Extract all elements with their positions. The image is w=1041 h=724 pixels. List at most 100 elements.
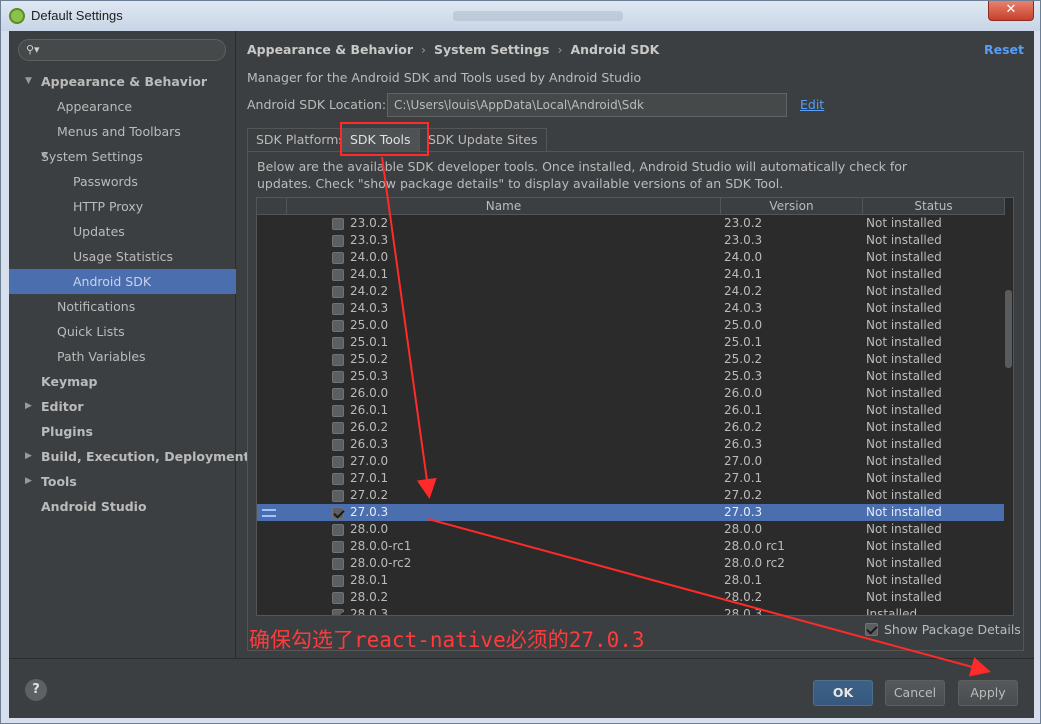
sidebar-item[interactable]: Usage Statistics bbox=[9, 244, 236, 269]
table-row[interactable]: 27.0.1 27.0.1 Not installed bbox=[257, 470, 1005, 487]
row-checkbox[interactable] bbox=[332, 235, 344, 247]
tab-sdk-platforms[interactable]: SDK Platforms bbox=[247, 128, 354, 151]
help-button[interactable]: ? bbox=[25, 679, 47, 701]
table-row[interactable]: 24.0.2 24.0.2 Not installed bbox=[257, 283, 1005, 300]
row-checkbox[interactable] bbox=[332, 507, 344, 519]
table-row[interactable]: 26.0.1 26.0.1 Not installed bbox=[257, 402, 1005, 419]
row-checkbox[interactable] bbox=[332, 320, 344, 332]
row-checkbox[interactable] bbox=[332, 456, 344, 468]
sidebar-item-label: Quick Lists bbox=[57, 324, 125, 339]
table-row[interactable]: 28.0.3 28.0.3 Installed bbox=[257, 606, 1005, 615]
show-package-details-checkbox[interactable]: Show Package Details bbox=[865, 622, 1021, 637]
tool-status-cell: Not installed bbox=[866, 556, 942, 570]
column-header-status[interactable]: Status bbox=[863, 198, 1005, 215]
column-header-name[interactable]: Name bbox=[287, 198, 721, 215]
table-row[interactable]: 24.0.1 24.0.1 Not installed bbox=[257, 266, 1005, 283]
table-row[interactable]: 25.0.3 25.0.3 Not installed bbox=[257, 368, 1005, 385]
ok-button[interactable]: OK bbox=[813, 680, 873, 706]
table-row[interactable]: 28.0.0-rc1 28.0.0 rc1 Not installed bbox=[257, 538, 1005, 555]
table-row[interactable]: 23.0.2 23.0.2 Not installed bbox=[257, 215, 1005, 232]
breadcrumb-item: Appearance & Behavior bbox=[247, 42, 413, 57]
settings-search-input[interactable]: ⚲▾ bbox=[18, 39, 226, 61]
sidebar-item[interactable]: Notifications bbox=[9, 294, 236, 319]
sidebar-item[interactable]: HTTP Proxy bbox=[9, 194, 236, 219]
row-checkbox[interactable] bbox=[332, 354, 344, 366]
table-row[interactable]: 23.0.3 23.0.3 Not installed bbox=[257, 232, 1005, 249]
sidebar-item[interactable]: Android Studio bbox=[9, 494, 236, 519]
row-checkbox[interactable] bbox=[332, 371, 344, 383]
expand-arrow-down-icon[interactable]: ▼ bbox=[25, 69, 32, 94]
table-row[interactable]: 27.0.0 27.0.0 Not installed bbox=[257, 453, 1005, 470]
sdk-location-label: Android SDK Location: bbox=[247, 97, 387, 112]
tool-status-cell: Not installed bbox=[866, 420, 942, 434]
apply-button[interactable]: Apply bbox=[958, 680, 1018, 706]
row-checkbox[interactable] bbox=[332, 286, 344, 298]
table-row[interactable]: 27.0.2 27.0.2 Not installed bbox=[257, 487, 1005, 504]
row-checkbox[interactable] bbox=[332, 558, 344, 570]
row-checkbox[interactable] bbox=[332, 269, 344, 281]
tool-status-cell: Not installed bbox=[866, 488, 942, 502]
expand-arrow-right-icon[interactable]: ▶ bbox=[25, 444, 32, 469]
table-row[interactable]: 28.0.0-rc2 28.0.0 rc2 Not installed bbox=[257, 555, 1005, 572]
scrollbar-thumb[interactable] bbox=[1005, 290, 1012, 368]
table-row[interactable]: 28.0.1 28.0.1 Not installed bbox=[257, 572, 1005, 589]
table-scrollbar[interactable] bbox=[1004, 215, 1013, 615]
expand-arrow-right-icon[interactable]: ▶ bbox=[25, 394, 32, 419]
row-checkbox[interactable] bbox=[332, 218, 344, 230]
reset-link[interactable]: Reset bbox=[984, 42, 1024, 57]
tool-name-cell: 24.0.2 bbox=[350, 284, 389, 298]
tool-version-cell: 26.0.0 bbox=[724, 386, 763, 400]
row-checkbox[interactable] bbox=[332, 592, 344, 604]
row-checkbox[interactable] bbox=[332, 422, 344, 434]
tool-name-cell: 28.0.1 bbox=[350, 573, 389, 587]
sidebar-item-label: Plugins bbox=[41, 424, 93, 439]
sidebar-item[interactable]: ▼ System Settings bbox=[9, 144, 236, 169]
sidebar-item[interactable]: Plugins bbox=[9, 419, 236, 444]
tool-status-cell: Not installed bbox=[866, 573, 942, 587]
edit-sdk-location-link[interactable]: Edit bbox=[800, 97, 824, 112]
table-row[interactable]: 24.0.3 24.0.3 Not installed bbox=[257, 300, 1005, 317]
table-row[interactable]: 28.0.2 28.0.2 Not installed bbox=[257, 589, 1005, 606]
row-checkbox[interactable] bbox=[332, 405, 344, 417]
table-row[interactable]: 27.0.3 27.0.3 Not installed bbox=[257, 504, 1005, 521]
sidebar-item[interactable]: Menus and Toolbars bbox=[9, 119, 236, 144]
tab-sdk-update-sites[interactable]: SDK Update Sites bbox=[419, 128, 547, 151]
row-checkbox[interactable] bbox=[332, 524, 344, 536]
row-checkbox[interactable] bbox=[332, 473, 344, 485]
sidebar-item[interactable]: Quick Lists bbox=[9, 319, 236, 344]
sidebar-item[interactable]: Updates bbox=[9, 219, 236, 244]
expand-arrow-right-icon[interactable]: ▶ bbox=[25, 469, 32, 494]
sidebar-item[interactable]: Path Variables bbox=[9, 344, 236, 369]
row-checkbox[interactable] bbox=[332, 303, 344, 315]
row-checkbox[interactable] bbox=[332, 388, 344, 400]
table-row[interactable]: 26.0.0 26.0.0 Not installed bbox=[257, 385, 1005, 402]
sidebar-item[interactable]: Passwords bbox=[9, 169, 236, 194]
table-row[interactable]: 24.0.0 24.0.0 Not installed bbox=[257, 249, 1005, 266]
row-checkbox[interactable] bbox=[332, 337, 344, 349]
row-checkbox[interactable] bbox=[332, 575, 344, 587]
row-checkbox[interactable] bbox=[332, 490, 344, 502]
table-row[interactable]: 25.0.2 25.0.2 Not installed bbox=[257, 351, 1005, 368]
table-row[interactable]: 26.0.3 26.0.3 Not installed bbox=[257, 436, 1005, 453]
cancel-button[interactable]: Cancel bbox=[885, 680, 945, 706]
row-checkbox[interactable] bbox=[332, 541, 344, 553]
sidebar-item[interactable]: ▶ Editor bbox=[9, 394, 236, 419]
column-header-version[interactable]: Version bbox=[721, 198, 863, 215]
row-checkbox[interactable] bbox=[332, 609, 344, 615]
sidebar-item[interactable]: ▶ Tools bbox=[9, 469, 236, 494]
sidebar-item[interactable]: ▼ Appearance & Behavior bbox=[9, 69, 236, 94]
table-row[interactable]: 26.0.2 26.0.2 Not installed bbox=[257, 419, 1005, 436]
table-row[interactable]: 25.0.0 25.0.0 Not installed bbox=[257, 317, 1005, 334]
sidebar-item[interactable]: Keymap bbox=[9, 369, 236, 394]
sidebar-item[interactable]: ▶ Build, Execution, Deployment bbox=[9, 444, 249, 469]
sdk-location-field[interactable]: C:\Users\louis\AppData\Local\Android\Sdk bbox=[387, 93, 787, 117]
table-row[interactable]: 25.0.1 25.0.1 Not installed bbox=[257, 334, 1005, 351]
row-checkbox[interactable] bbox=[332, 252, 344, 264]
close-button[interactable]: ✕ bbox=[988, 1, 1034, 21]
tool-version-cell: 28.0.0 rc1 bbox=[724, 539, 785, 553]
sidebar-item[interactable]: Android SDK bbox=[9, 269, 236, 294]
tool-name-cell: 27.0.2 bbox=[350, 488, 389, 502]
table-row[interactable]: 28.0.0 28.0.0 Not installed bbox=[257, 521, 1005, 538]
row-checkbox[interactable] bbox=[332, 439, 344, 451]
sidebar-item[interactable]: Appearance bbox=[9, 94, 236, 119]
